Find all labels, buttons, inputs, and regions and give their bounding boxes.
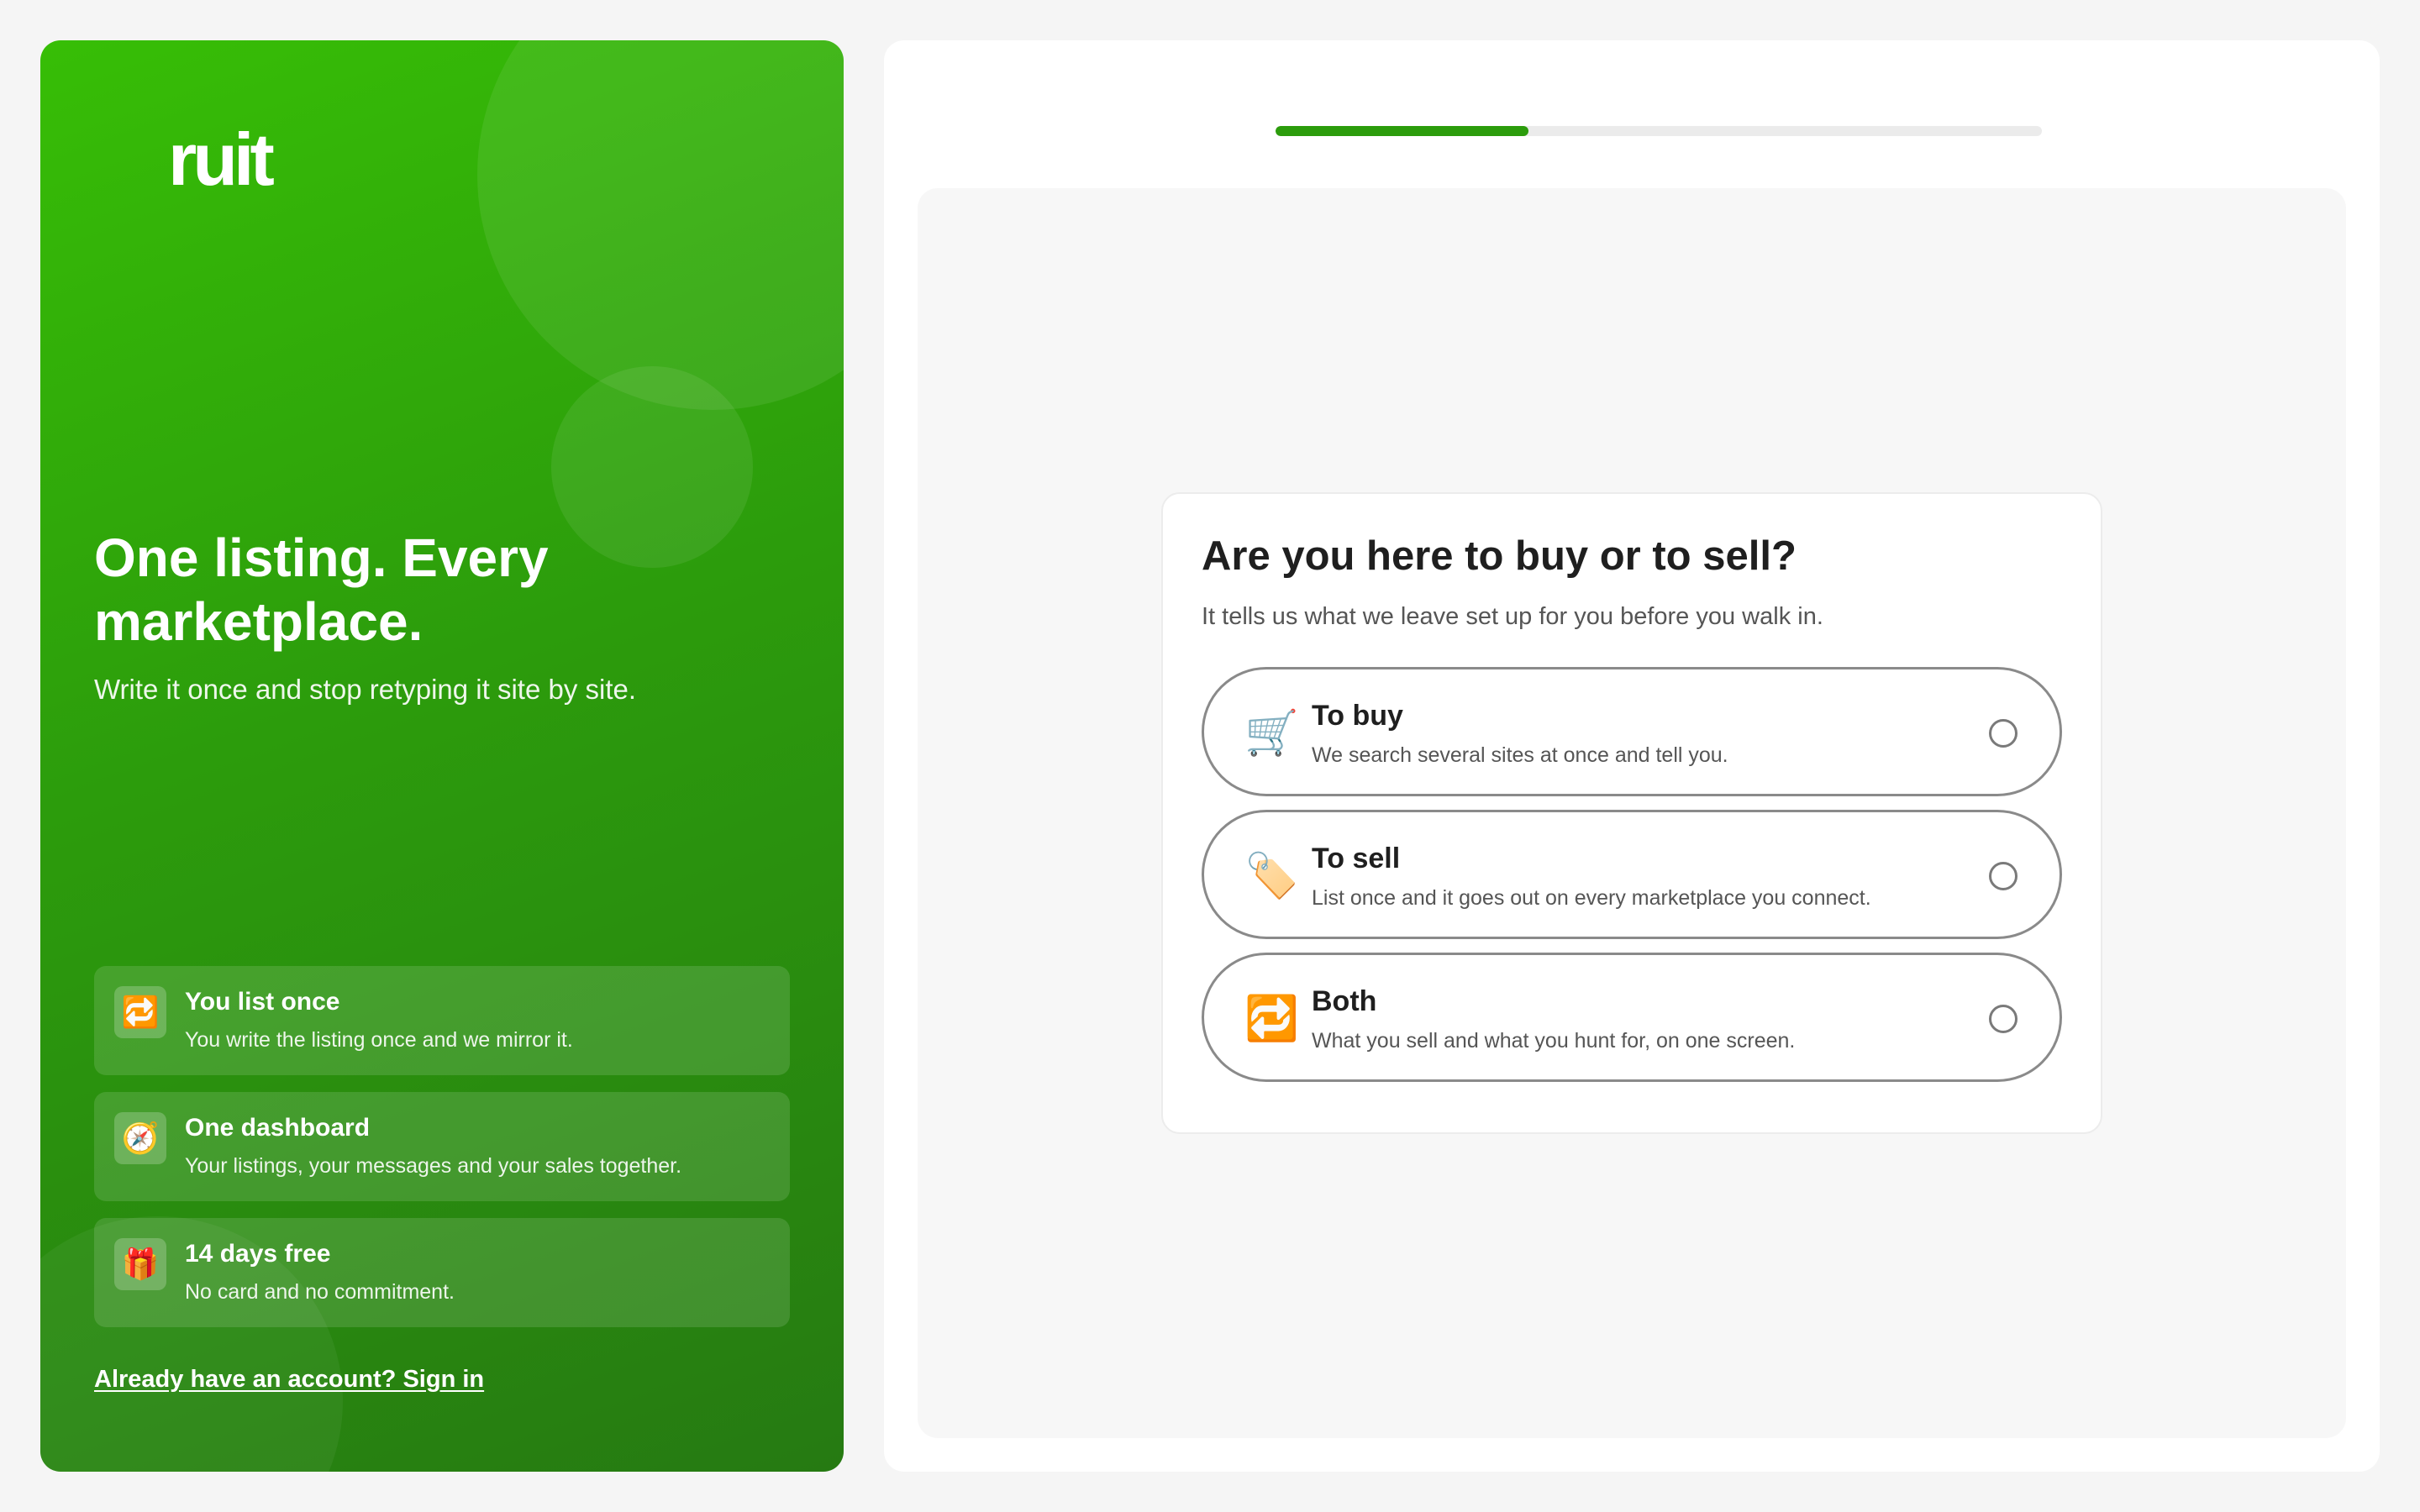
shopping-cart-icon: 🛒 <box>1244 709 1299 758</box>
feature-title: One dashboard <box>185 1114 371 1142</box>
radio-button[interactable] <box>1989 862 2018 890</box>
hero-title: One listing. Every marketplace. <box>94 528 549 652</box>
option-description: We search several sites at once and tell… <box>1312 743 1728 767</box>
option-description: List once and it goes out on every marke… <box>1312 886 1871 910</box>
option-description: What you sell and what you hunt for, on … <box>1312 1029 1796 1053</box>
feature-description: You write the listing once and we mirror… <box>185 1028 573 1052</box>
hero-subtitle: Write it once and stop retyping it site … <box>94 674 637 705</box>
feature-title: 14 days free <box>185 1240 331 1268</box>
sign-in-link[interactable]: Already have an account? Sign in <box>94 1366 484 1394</box>
progress-fill <box>1276 126 1528 136</box>
progress-bar <box>1276 126 2042 136</box>
feature-card-free-trial: 🎁 14 days free No card and no commitment… <box>94 1218 790 1327</box>
option-both[interactable]: 🔁 Both What you sell and what you hunt f… <box>1202 953 2062 1082</box>
option-title: Both <box>1312 985 1377 1017</box>
feature-description: No card and no commitment. <box>185 1280 455 1304</box>
question-title: Are you here to buy or to sell? <box>1202 533 1797 579</box>
radio-button[interactable] <box>1989 719 2018 748</box>
feature-card-dashboard: 🧭 One dashboard Your listings, your mess… <box>94 1092 790 1201</box>
feature-title: You list once <box>185 988 340 1016</box>
brand-panel: ruit One listing. Every marketplace. Wri… <box>40 40 844 1472</box>
compass-icon: 🧭 <box>114 1112 166 1164</box>
price-tag-icon: 🏷️ <box>1244 852 1299 900</box>
repeat-icon: 🔁 <box>1244 995 1299 1043</box>
feature-description: Your listings, your messages and your sa… <box>185 1154 682 1178</box>
question-card: Are you here to buy or to sell? It tells… <box>1161 492 2102 1134</box>
option-to-buy[interactable]: 🛒 To buy We search several sites at once… <box>1202 667 2062 796</box>
logo: ruit <box>168 118 275 201</box>
feature-card-list-once: 🔁 You list once You write the listing on… <box>94 966 790 1075</box>
gift-icon: 🎁 <box>114 1238 166 1290</box>
option-to-sell[interactable]: 🏷️ To sell List once and it goes out on … <box>1202 810 2062 939</box>
repeat-icon: 🔁 <box>114 986 166 1038</box>
radio-button[interactable] <box>1989 1005 2018 1033</box>
option-title: To sell <box>1312 843 1401 874</box>
question-subtitle: It tells us what we leave set up for you… <box>1202 603 1823 630</box>
decorative-circle <box>477 40 844 410</box>
option-title: To buy <box>1312 700 1403 732</box>
